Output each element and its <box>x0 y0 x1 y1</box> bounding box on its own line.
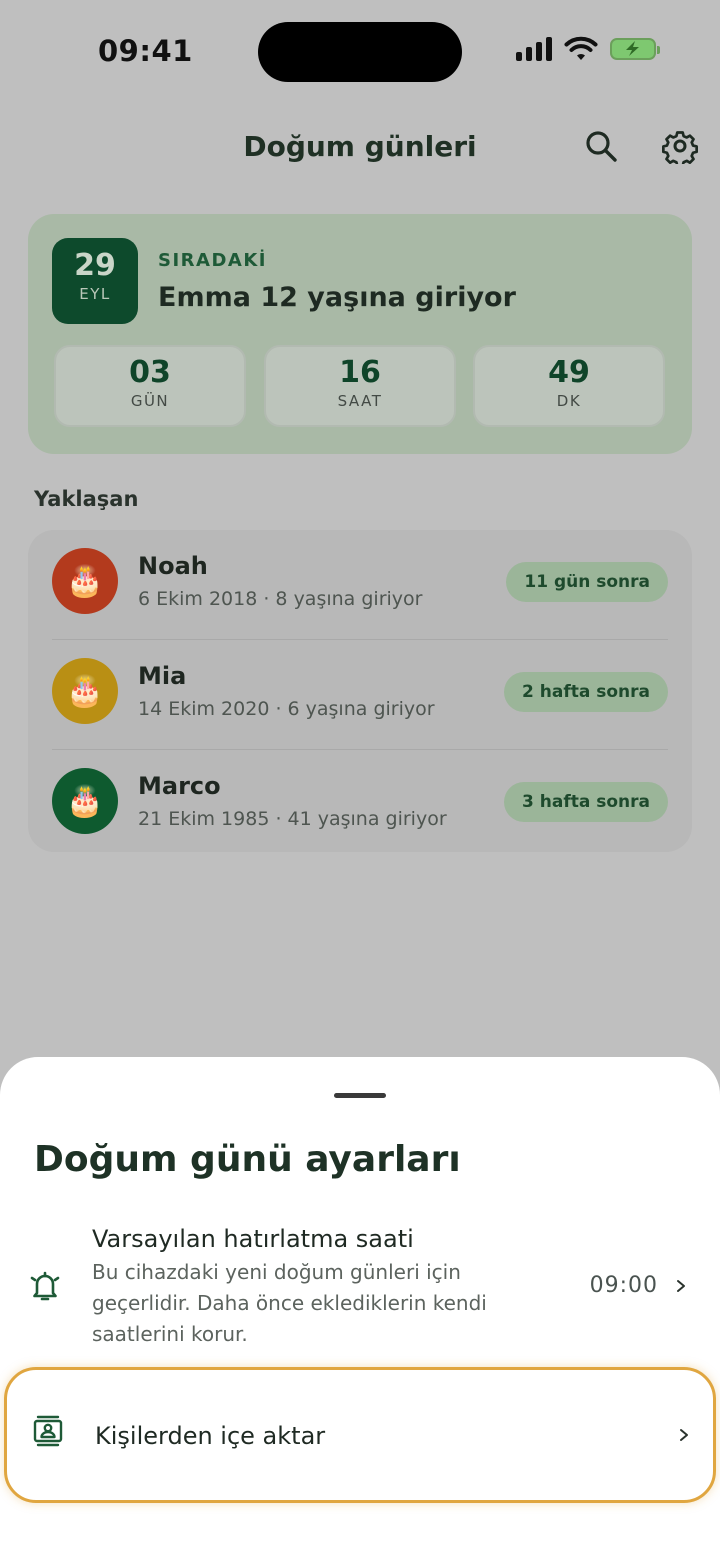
list-item[interactable]: 🎂 Noah 6 Ekim 2018 · 8 yaşına giriyor 11… <box>28 530 692 640</box>
countdown-unit: DK <box>556 392 582 410</box>
chevron-right-icon <box>680 1429 688 1441</box>
search-icon[interactable] <box>583 128 619 164</box>
chevron-right-icon <box>677 1280 685 1292</box>
next-label: SIRADAKİ <box>158 250 267 271</box>
next-title: Emma 12 yaşına giriyor <box>158 282 516 313</box>
countdown-minutes: 49 DK <box>473 345 665 427</box>
countdown-value: 16 <box>339 355 381 390</box>
settings-sheet: Doğum günü ayarları Varsayılan hatırlatm… <box>0 1057 720 1564</box>
person-details: 14 Ekim 2020 · 6 yaşına giriyor <box>138 698 435 720</box>
reminder-description: Bu cihazdaki yeni doğum günleri için geç… <box>92 1260 487 1346</box>
status-icons <box>516 36 660 62</box>
person-name: Mia <box>138 662 187 690</box>
next-birthday-card[interactable]: 29 EYL SIRADAKİ Emma 12 yaşına giriyor 0… <box>28 214 692 454</box>
import-title: Kişilerden içe aktar <box>95 1422 326 1450</box>
list-item[interactable]: 🎂 Mia 14 Ekim 2020 · 6 yaşına giriyor 2 … <box>28 640 692 750</box>
countdown-value: 49 <box>548 355 590 390</box>
person-details: 21 Ekim 1985 · 41 yaşına giriyor <box>138 808 447 830</box>
signal-icon <box>516 37 552 61</box>
bell-icon <box>30 1271 60 1301</box>
app-screen: 09:41 Doğum günleri 29 EYL SIRADAKİ Emma… <box>0 0 720 1564</box>
countdown-unit: GÜN <box>130 392 170 410</box>
person-name: Noah <box>138 552 208 580</box>
cake-icon: 🎂 <box>52 548 118 614</box>
days-badge: 11 gün sonra <box>506 562 668 602</box>
sheet-title: Doğum günü ayarları <box>34 1139 461 1180</box>
countdown-days: 03 GÜN <box>54 345 246 427</box>
date-month: EYL <box>79 285 111 303</box>
days-badge: 3 hafta sonra <box>504 782 668 822</box>
contacts-icon <box>33 1415 63 1447</box>
cake-icon: 🎂 <box>52 768 118 834</box>
cake-icon: 🎂 <box>52 658 118 724</box>
upcoming-title: Yaklaşan <box>34 487 139 511</box>
upcoming-list: 🎂 Noah 6 Ekim 2018 · 8 yaşına giriyor 11… <box>28 530 692 852</box>
gear-icon[interactable] <box>662 128 698 164</box>
battery-icon <box>610 38 660 60</box>
days-badge: 2 hafta sonra <box>504 672 668 712</box>
wifi-icon <box>564 36 598 60</box>
sheet-handle[interactable] <box>334 1093 386 1098</box>
reminder-time: 09:00 <box>589 1273 658 1298</box>
countdown-hours: 16 SAAT <box>264 345 456 427</box>
person-name: Marco <box>138 772 221 800</box>
dynamic-island <box>258 22 462 82</box>
person-details: 6 Ekim 2018 · 8 yaşına giriyor <box>138 588 423 610</box>
countdown-value: 03 <box>129 355 171 390</box>
date-day: 29 <box>74 248 116 283</box>
status-time: 09:41 <box>98 34 193 68</box>
list-item[interactable]: 🎂 Marco 21 Ekim 1985 · 41 yaşına giriyor… <box>28 750 692 860</box>
date-tile: 29 EYL <box>52 238 138 324</box>
countdown-unit: SAAT <box>337 392 383 410</box>
reminder-title: Varsayılan hatırlatma saati <box>92 1225 414 1253</box>
import-option[interactable]: Kişilerden içe aktar <box>4 1367 716 1503</box>
